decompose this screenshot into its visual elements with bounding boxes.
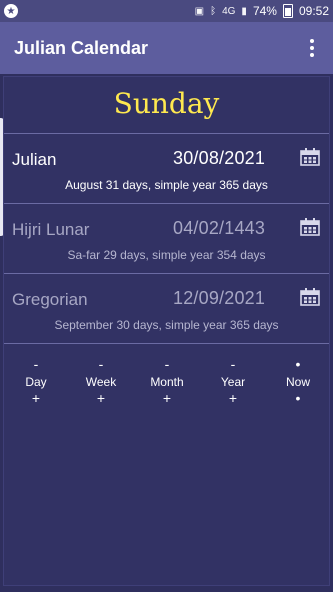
month-minus-button[interactable]: - (141, 357, 193, 371)
now-control: • Now • (272, 357, 324, 405)
calendar-icon[interactable] (300, 288, 320, 306)
day-plus-button[interactable]: + (10, 391, 62, 405)
calendar-date[interactable]: 30/08/2021 (173, 148, 265, 169)
year-minus-button[interactable]: - (207, 357, 259, 371)
calendar-date[interactable]: 12/09/2021 (173, 288, 265, 309)
notification-icon: ★ (4, 4, 18, 18)
separator (4, 343, 329, 344)
year-label: Year (220, 375, 246, 389)
calendar-name: Hijri Lunar (12, 220, 90, 239)
now-label[interactable]: Now (272, 375, 324, 389)
sim-icon: ▣ (194, 5, 205, 17)
month-label: Month (150, 375, 184, 389)
calendar-panel: Sunday Julian 30/08/2021 August 31 days,… (3, 76, 330, 586)
calendar-card-gregorian[interactable]: Gregorian 12/09/2021 September 30 days, … (4, 274, 329, 344)
calendar-icon[interactable] (300, 218, 320, 236)
calendar-date[interactable]: 04/02/1443 (173, 218, 265, 239)
app-title: Julian Calendar (14, 37, 149, 58)
step-controls: - Day + - Week + - Month + - Year + • No… (4, 357, 329, 417)
status-bar: ★ ▣ ᛒ 4G ▮ 74% 09:52 (0, 0, 333, 22)
calendar-description: Sa-far 29 days, simple year 354 days (67, 248, 266, 262)
now-dot-bottom[interactable]: • (272, 391, 324, 405)
month-control: - Month + (141, 357, 193, 405)
now-dot-top[interactable]: • (272, 357, 324, 371)
battery-icon (282, 4, 293, 18)
app-bar: Julian Calendar (0, 22, 333, 74)
calendar-description: August 31 days, simple year 365 days (65, 178, 268, 192)
week-control: - Week + (75, 357, 127, 405)
calendar-name: Gregorian (12, 290, 88, 309)
day-label: Day (25, 375, 47, 389)
week-label: Week (85, 375, 117, 389)
day-control: - Day + (10, 357, 62, 405)
calendar-description: September 30 days, simple year 365 days (54, 318, 279, 332)
week-plus-button[interactable]: + (75, 391, 127, 405)
day-name: Sunday (113, 87, 220, 120)
month-plus-button[interactable]: + (141, 391, 193, 405)
calendar-icon[interactable] (300, 148, 320, 166)
clock: 09:52 (298, 4, 329, 18)
calendar-card-julian[interactable]: Julian 30/08/2021 August 31 days, simple… (4, 134, 329, 204)
day-minus-button[interactable]: - (10, 357, 62, 371)
calendar-name: Julian (12, 150, 57, 169)
signal-icon: 4G (222, 5, 236, 17)
bluetooth-icon: ᛒ (210, 5, 217, 17)
more-vert-icon[interactable] (305, 36, 319, 60)
battery-percentage: 74% (252, 4, 277, 18)
signal-bars-icon: ▮ (241, 5, 247, 17)
calendar-card-hijri[interactable]: Hijri Lunar 04/02/1443 Sa-far 29 days, s… (4, 204, 329, 274)
status-bar-right: ▣ ᛒ 4G ▮ 74% 09:52 (195, 4, 329, 18)
week-minus-button[interactable]: - (75, 357, 127, 371)
year-control: - Year + (207, 357, 259, 405)
year-plus-button[interactable]: + (207, 391, 259, 405)
